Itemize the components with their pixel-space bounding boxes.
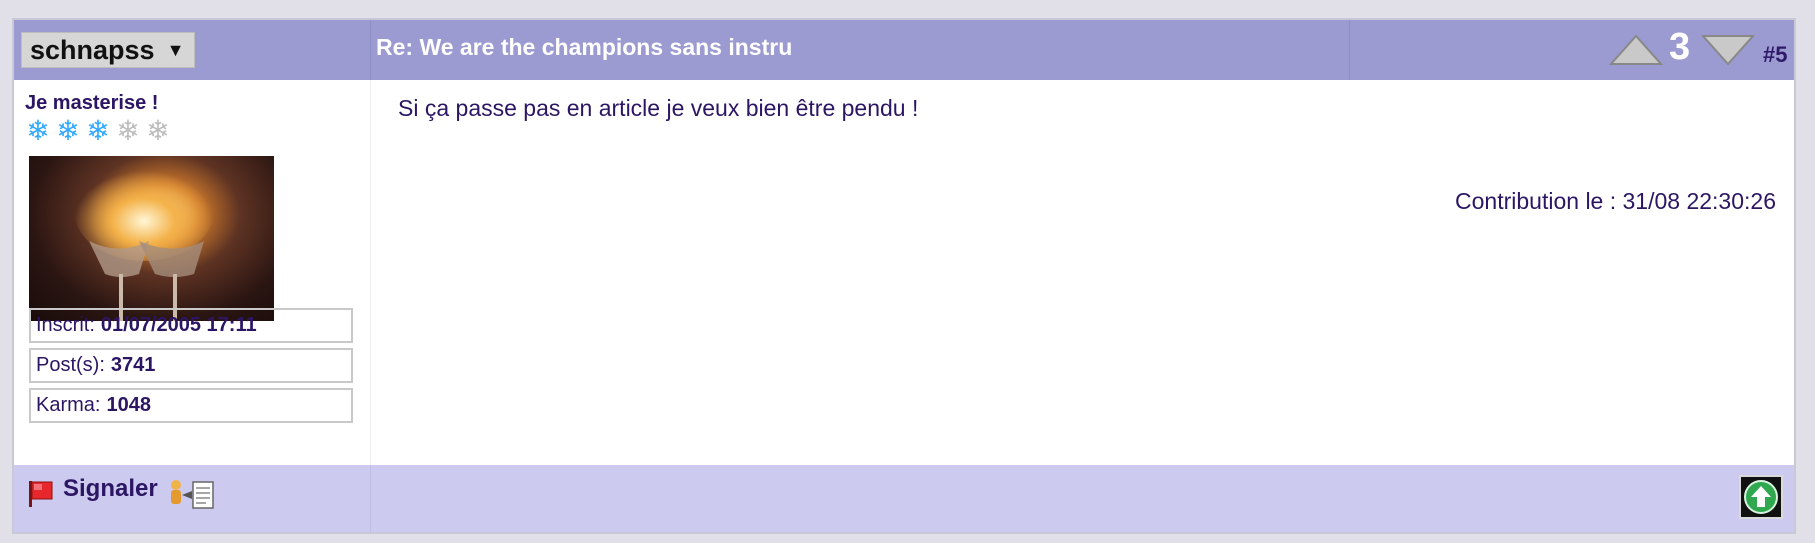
header-divider <box>1349 20 1350 80</box>
post-footer: Signaler <box>14 465 1794 532</box>
flaming-glasses-image <box>74 161 214 321</box>
info-label: Post(s): <box>36 354 105 376</box>
info-label: Karma: <box>36 394 101 416</box>
username-label: schnapss <box>30 34 155 65</box>
info-value: 1048 <box>106 394 151 416</box>
forum-post: schnapss ▼ Re: We are the champions sans… <box>12 18 1796 534</box>
chevron-down-icon: ▼ <box>166 39 185 60</box>
info-value: 3741 <box>110 354 156 376</box>
snowflake-icon: ❄ <box>146 115 170 146</box>
header-divider <box>370 20 371 80</box>
post-timestamp: Contribution le : 31/08 22:30:26 <box>1455 188 1776 214</box>
footer-divider <box>370 465 371 532</box>
username-dropdown[interactable]: schnapss ▼ <box>21 32 196 68</box>
avatar <box>29 156 274 321</box>
info-label: Inscrit: <box>36 314 95 336</box>
post-content: Si ça passe pas en article je veux bien … <box>372 80 1794 465</box>
info-karma: Karma: 1048 <box>29 388 353 423</box>
post-number-link[interactable]: #5 <box>1763 42 1787 68</box>
info-registered: Inscrit: 01/07/2005 17:11 <box>29 308 353 343</box>
snowflake-icon: ❄ <box>116 115 140 146</box>
back-to-top-button[interactable] <box>1739 475 1783 519</box>
info-posts: Post(s): 3741 <box>29 348 353 383</box>
author-rank: Je masterise ! <box>25 92 159 114</box>
report-link[interactable]: Signaler <box>63 475 158 503</box>
snowflake-icon: ❄ <box>86 115 110 146</box>
vote-down-button[interactable] <box>1700 28 1756 72</box>
vote-up-button[interactable] <box>1608 28 1664 72</box>
arrow-up-icon <box>1744 480 1778 514</box>
flag-icon[interactable] <box>27 479 55 509</box>
vote-count: 3 <box>1669 26 1691 68</box>
post-title: Re: We are the champions sans instru <box>376 34 793 60</box>
author-panel: Je masterise ! ❄ ❄ ❄ ❄ ❄ Inscrit: 01/07/… <box>14 80 371 465</box>
post-header: schnapss ▼ Re: We are the champions sans… <box>14 20 1794 80</box>
author-rating: ❄ ❄ ❄ ❄ ❄ <box>23 116 173 146</box>
post-message: Si ça passe pas en article je veux bien … <box>398 95 919 121</box>
snowflake-icon: ❄ <box>56 115 80 146</box>
triangle-down-icon <box>1700 35 1756 66</box>
quote-icon[interactable] <box>166 477 216 511</box>
info-value: 01/07/2005 17:11 <box>100 314 257 336</box>
triangle-up-icon <box>1608 34 1664 65</box>
snowflake-icon: ❄ <box>26 115 50 146</box>
